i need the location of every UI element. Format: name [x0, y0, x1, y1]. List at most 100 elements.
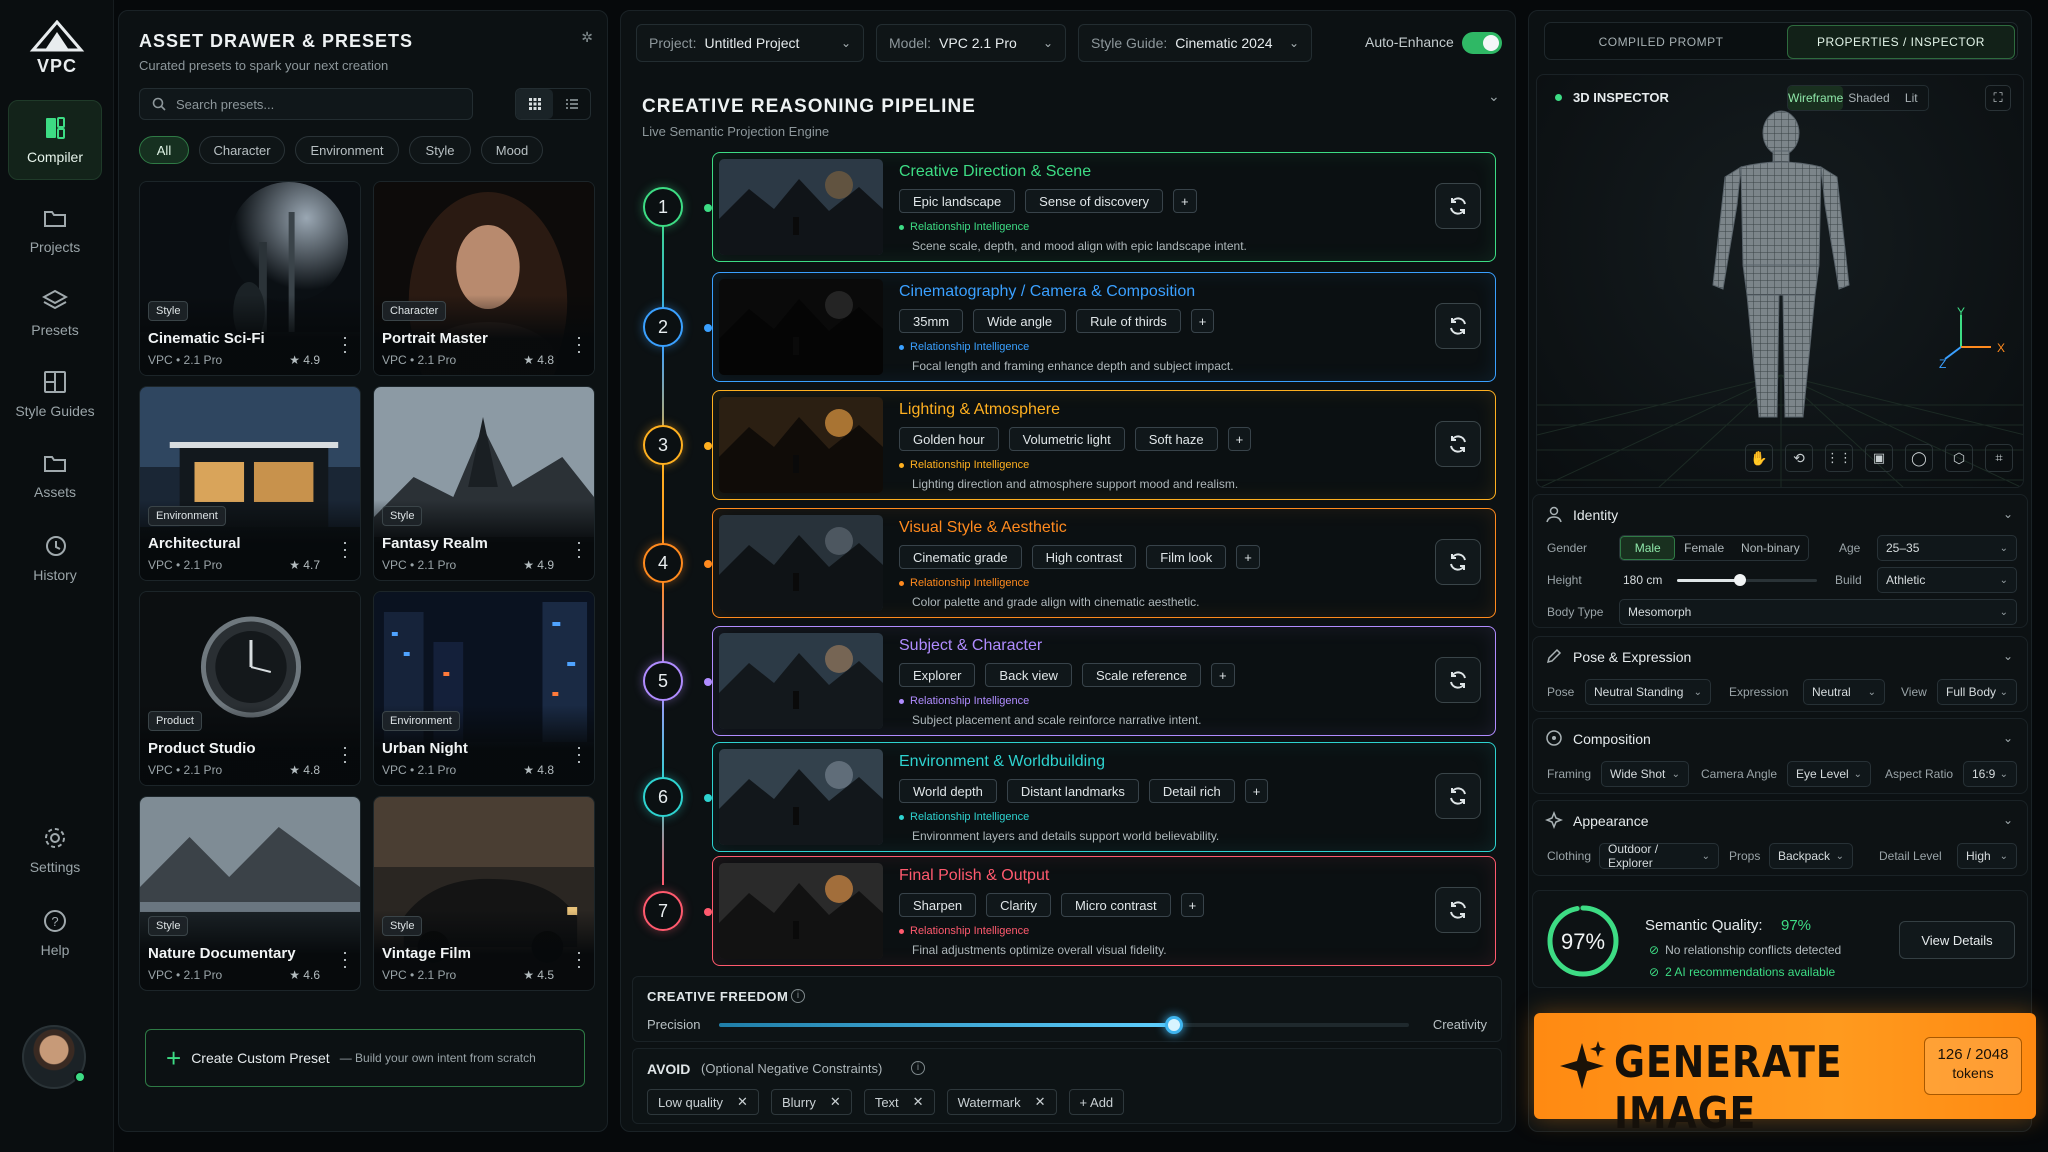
grid-icon[interactable]: ⋮⋮: [1825, 444, 1853, 472]
nav-projects[interactable]: Projects: [8, 190, 102, 270]
stage-chip[interactable]: Distant landmarks: [1006, 779, 1139, 803]
add-chip-button[interactable]: +: [1211, 663, 1235, 687]
build-select[interactable]: Athletic ⌄: [1877, 567, 2017, 593]
pan-hand-icon[interactable]: ✋: [1745, 444, 1773, 472]
info-icon[interactable]: i: [791, 989, 805, 1003]
stage-chip[interactable]: 35mm: [899, 309, 964, 333]
preset-card[interactable]: Style Cinematic Sci-Fi VPC • 2.1 Pro ★ 4…: [139, 181, 361, 376]
add-chip-button[interactable]: +: [1173, 189, 1197, 213]
stage-chip[interactable]: Back view: [985, 663, 1072, 687]
quality-line-2[interactable]: ⊘ 2 AI recommendations available: [1649, 965, 1835, 979]
search-input[interactable]: Search presets...: [139, 88, 473, 120]
more-icon[interactable]: · · ·: [342, 943, 348, 975]
freedom-track[interactable]: [719, 1016, 1409, 1034]
close-icon[interactable]: ✕: [737, 1094, 748, 1110]
gender-female[interactable]: Female: [1675, 536, 1732, 560]
refresh-button[interactable]: [1435, 303, 1481, 349]
stage-chip[interactable]: Scale reference: [1081, 663, 1202, 687]
generate-image-button[interactable]: GENERATE IMAGE 126 / 2048 tokens: [1534, 1013, 2036, 1139]
fullscreen-icon[interactable]: ⛶: [1985, 85, 2011, 111]
stage-chip[interactable]: Micro contrast: [1061, 893, 1171, 917]
model-select[interactable]: Model: VPC 2.1 Pro ⌄: [876, 24, 1066, 62]
view-shaded[interactable]: Shaded: [1843, 86, 1894, 110]
refresh-button[interactable]: [1435, 773, 1481, 819]
avoid-chip[interactable]: Blurry ✕: [770, 1089, 852, 1115]
add-avoid-button[interactable]: + Add: [1068, 1089, 1125, 1115]
avoid-chip[interactable]: Watermark ✕: [946, 1089, 1057, 1115]
add-chip-button[interactable]: +: [1190, 309, 1215, 333]
stage-chip[interactable]: Epic landscape: [899, 189, 1016, 213]
project-select[interactable]: Project: Untitled Project ⌄: [636, 24, 864, 62]
stage-chip[interactable]: Volumetric light: [1008, 427, 1125, 451]
preset-card[interactable]: Style Nature Documentary VPC • 2.1 Pro ★…: [139, 796, 361, 991]
close-icon[interactable]: ✕: [1035, 1094, 1046, 1110]
pipeline-stage[interactable]: Visual Style & Aesthetic Cinematic grade H…: [712, 508, 1496, 618]
more-icon[interactable]: · · ·: [342, 328, 348, 360]
pose-select[interactable]: Neutral Standing ⌄: [1585, 679, 1711, 705]
chevron-down-icon[interactable]: ⌄: [2003, 649, 2013, 663]
create-custom-preset-button[interactable]: + Create Custom Preset — Build your own …: [145, 1029, 585, 1087]
framing-select[interactable]: Wide Shot ⌄: [1601, 761, 1689, 787]
pipeline-stage[interactable]: Cinematography / Camera & Composition 35m…: [712, 272, 1496, 382]
preset-card[interactable]: Environment Architectural VPC • 2.1 Pro …: [139, 386, 361, 581]
height-slider-track[interactable]: [1677, 574, 1817, 586]
add-chip-button[interactable]: +: [1180, 893, 1205, 917]
nav-help[interactable]: ? Help: [8, 893, 102, 973]
pipeline-stage[interactable]: Creative Direction & Scene Epic landscape…: [712, 152, 1496, 262]
chevron-down-icon[interactable]: ⌄: [2003, 731, 2013, 745]
orbit-icon[interactable]: ◯: [1905, 444, 1933, 472]
stage-chip[interactable]: Detail rich: [1148, 779, 1235, 803]
close-icon[interactable]: ✕: [830, 1094, 841, 1110]
3d-viewport[interactable]: Y X Z 3D INSPECTOR Wireframe Shaded Lit …: [1536, 74, 2024, 488]
more-icon[interactable]: · · ·: [342, 533, 348, 565]
nav-history[interactable]: History: [8, 518, 102, 598]
preset-card[interactable]: Character Portrait Master VPC • 2.1 Pro …: [373, 181, 595, 376]
pipeline-stage[interactable]: Final Polish & Output Sharpen Clarity Micro…: [712, 856, 1496, 966]
pipeline-stage[interactable]: Lighting & Atmosphere Golden hour Volumetr…: [712, 390, 1496, 500]
gender-male[interactable]: Male: [1620, 536, 1676, 560]
filter-environment[interactable]: Environment: [295, 136, 399, 164]
props-select[interactable]: Backpack ⌄: [1769, 843, 1853, 869]
stage-chip[interactable]: Soft haze: [1134, 427, 1218, 451]
freedom-slider-handle[interactable]: [1165, 1016, 1184, 1034]
nav-style-guides[interactable]: Style Guides: [8, 354, 102, 434]
refresh-button[interactable]: [1435, 887, 1481, 933]
rotate-icon[interactable]: ⟲: [1785, 444, 1813, 472]
stage-chip[interactable]: Golden hour: [899, 427, 999, 451]
view-lit[interactable]: Lit: [1895, 86, 1928, 110]
avatar[interactable]: [22, 1025, 86, 1089]
body-type-select[interactable]: Mesomorph ⌄: [1619, 599, 2017, 625]
nav-presets[interactable]: Presets: [8, 273, 102, 353]
auto-enhance-toggle[interactable]: [1462, 32, 1502, 54]
list-view-icon[interactable]: [553, 89, 590, 119]
screenshot-icon[interactable]: ⌗: [1985, 444, 2013, 472]
gender-non-binary[interactable]: Non-binary: [1733, 536, 1808, 560]
stage-chip[interactable]: Clarity: [986, 893, 1051, 917]
style-guide-select[interactable]: Style Guide: Cinematic 2024 ⌄: [1078, 24, 1312, 62]
stage-chip[interactable]: World depth: [899, 779, 997, 803]
collapse-chevron-icon[interactable]: ⌄: [1488, 88, 1500, 105]
stage-chip[interactable]: Wide angle: [973, 309, 1067, 333]
add-chip-button[interactable]: +: [1227, 427, 1252, 451]
stage-chip[interactable]: Sharpen: [899, 893, 977, 917]
nav-settings[interactable]: Settings: [8, 810, 102, 890]
avoid-chip[interactable]: Text ✕: [863, 1089, 935, 1115]
stage-chip[interactable]: Film look: [1146, 545, 1227, 569]
nav-assets[interactable]: Assets: [8, 435, 102, 515]
expression-select[interactable]: Neutral ⌄: [1803, 679, 1885, 705]
view-details-button[interactable]: View Details: [1899, 921, 2015, 959]
add-chip-button[interactable]: +: [1244, 779, 1269, 803]
detail-level-select[interactable]: High ⌄: [1957, 843, 2017, 869]
preset-card[interactable]: Style Vintage Film VPC • 2.1 Pro ★ 4.5 ·…: [373, 796, 595, 991]
refresh-button[interactable]: [1435, 539, 1481, 585]
stage-chip[interactable]: Rule of thirds: [1076, 309, 1181, 333]
preset-card[interactable]: Environment Urban Night VPC • 2.1 Pro ★ …: [373, 591, 595, 786]
stage-chip[interactable]: Sense of discovery: [1025, 189, 1164, 213]
filter-style[interactable]: Style: [409, 136, 471, 164]
pipeline-stage[interactable]: Subject & Character Explorer Back view Scal…: [712, 626, 1496, 736]
tab-properties-inspector[interactable]: PROPERTIES / INSPECTOR: [1787, 25, 2015, 59]
clothing-select[interactable]: Outdoor / Explorer ⌄: [1599, 842, 1719, 870]
refresh-button[interactable]: [1435, 421, 1481, 467]
info-icon[interactable]: i: [911, 1061, 925, 1075]
add-chip-button[interactable]: +: [1236, 545, 1260, 569]
